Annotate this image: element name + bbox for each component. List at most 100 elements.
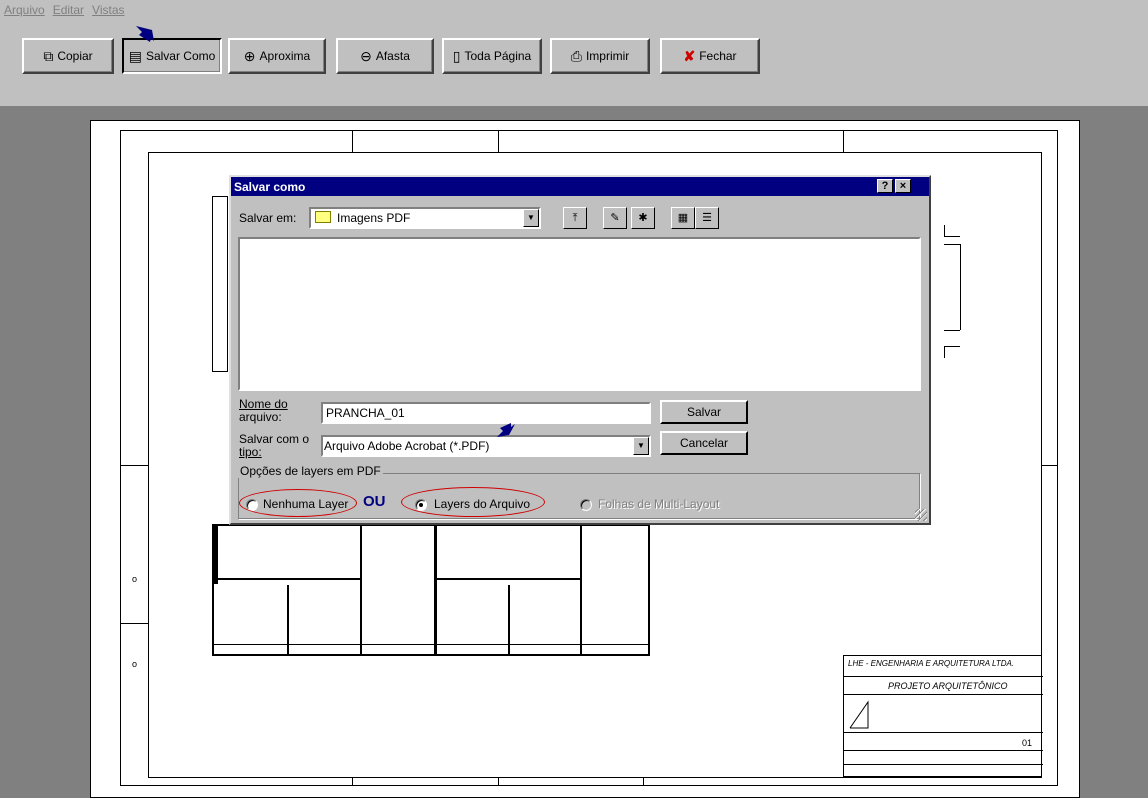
annotation-highlight xyxy=(401,487,545,517)
plan-left-wing xyxy=(212,196,228,372)
circle-marker-icon: o xyxy=(132,659,138,669)
zoom-in-icon: ⊕ xyxy=(243,48,256,64)
titleblock-divider xyxy=(844,694,1043,695)
plan-wall xyxy=(436,578,582,580)
menu-bar: Arquivo Editar Vistas xyxy=(0,0,1148,20)
save-as-label: Salvar Como xyxy=(145,49,216,63)
filename-input[interactable]: PRANCHA_01 xyxy=(321,402,651,424)
titleblock-divider xyxy=(844,764,1043,765)
drawing-mark xyxy=(960,244,961,330)
frame-tick xyxy=(120,623,148,624)
frame-tick xyxy=(843,130,844,152)
or-annotation: OU xyxy=(363,493,386,510)
save-in-value: Imagens PDF xyxy=(337,211,411,225)
close-dialog-button[interactable]: × xyxy=(895,179,911,193)
filename-label-line1: Nome do xyxy=(239,397,288,411)
new-folder-button[interactable]: ✱ xyxy=(631,207,655,229)
frame-tick xyxy=(498,778,499,786)
page-icon: ▯ xyxy=(452,48,461,64)
drawing-mark xyxy=(944,346,960,347)
resize-grip[interactable] xyxy=(915,509,927,521)
titleblock-sheet-number: 01 xyxy=(1022,738,1033,748)
copy-icon: ⧉ xyxy=(43,48,54,64)
print-label: Imprimir xyxy=(585,49,630,63)
save-in-label: Salvar em: xyxy=(239,211,297,225)
zoom-in-label: Aproxima xyxy=(259,49,311,63)
plan-wall xyxy=(212,644,650,645)
dialog-titlebar[interactable]: Salvar como xyxy=(231,177,929,196)
details-view-icon: ☰ xyxy=(702,212,712,224)
plan-wall xyxy=(212,578,362,580)
filetype-label-line2: tipo: xyxy=(239,445,262,459)
frame-tick xyxy=(352,130,353,152)
frame-tick xyxy=(1042,465,1058,466)
details-view-button[interactable]: ☰ xyxy=(695,207,719,229)
menu-editar[interactable]: Editar xyxy=(53,3,84,17)
close-x-icon: ✘ xyxy=(683,48,696,64)
drawing-mark xyxy=(944,346,945,358)
filetype-label-line1: Salvar com o xyxy=(239,432,310,446)
full-page-button[interactable]: ▯ Toda Página xyxy=(442,38,542,74)
filetype-label: Salvar com o tipo: xyxy=(239,433,309,459)
zoom-in-button[interactable]: ⊕ Aproxima xyxy=(228,38,326,74)
list-view-button[interactable]: ▦ xyxy=(671,207,695,229)
drawing-mark xyxy=(944,330,960,331)
list-view-icon: ▦ xyxy=(677,212,689,224)
zoom-out-icon: ⊖ xyxy=(360,48,372,64)
drawing-mark xyxy=(944,236,960,237)
help-button[interactable]: ? xyxy=(877,179,893,193)
title-block: LHE - ENGENHARIA E ARQUITETURA LTDA. PRO… xyxy=(843,655,1043,777)
print-button[interactable]: ⎙ Imprimir xyxy=(550,38,650,74)
plan-wall xyxy=(212,524,218,584)
up-folder-icon: ⤒ xyxy=(572,212,578,224)
filetype-value: Arquivo Adobe Acrobat (*.PDF) xyxy=(324,439,490,453)
drawing-mark xyxy=(944,244,960,245)
frame-tick xyxy=(120,465,148,466)
plan-wall xyxy=(434,524,437,655)
annotation-arrow-icon xyxy=(136,26,154,42)
cancel-button[interactable]: Cancelar xyxy=(660,431,748,455)
toolbar: ⧉ Copiar ▤ Salvar Como ⊕ Aproxima ⊖ Afas… xyxy=(0,20,1148,106)
titleblock-project: PROJETO ARQUITETÔNICO xyxy=(888,681,1008,691)
titleblock-company: LHE - ENGENHARIA E ARQUITETURA LTDA. xyxy=(848,659,1015,668)
save-as-dialog: Salvar como ? × Salvar em: Imagens PDF ▼… xyxy=(229,175,931,525)
save-button[interactable]: Salvar xyxy=(660,400,748,424)
copy-label: Copiar xyxy=(57,49,93,63)
titleblock-divider xyxy=(844,676,1043,677)
zoom-out-button[interactable]: ⊖ Afasta xyxy=(336,38,434,74)
radio-multi-layout-label: Folhas de Multi-Layout xyxy=(598,497,720,511)
up-folder-button[interactable]: ⤒ xyxy=(563,207,587,229)
close-doc-label: Fechar xyxy=(699,49,737,63)
zoom-out-label: Afasta xyxy=(375,49,410,63)
new-folder-icon: ✱ xyxy=(638,212,648,224)
titleblock-divider xyxy=(844,750,1043,751)
frame-tick xyxy=(352,778,353,786)
desktop-icon: ✎ xyxy=(610,212,620,224)
titleblock-divider xyxy=(844,732,1043,733)
chevron-down-icon[interactable]: ▼ xyxy=(633,437,649,455)
close-doc-button[interactable]: ✘ Fechar xyxy=(660,38,760,74)
circle-marker-icon: o xyxy=(132,574,138,584)
chevron-down-icon[interactable]: ▼ xyxy=(523,209,539,227)
folder-icon xyxy=(315,211,331,223)
titleblock-logo-icon xyxy=(849,700,869,729)
frame-tick xyxy=(498,130,499,152)
save-icon: ▤ xyxy=(128,48,142,64)
printer-icon: ⎙ xyxy=(570,48,582,64)
radio-multi-layout[interactable] xyxy=(580,499,592,511)
filetype-select[interactable]: Arquivo Adobe Acrobat (*.PDF) ▼ xyxy=(321,435,651,457)
copy-button[interactable]: ⧉ Copiar xyxy=(22,38,114,74)
file-list-area[interactable] xyxy=(238,237,921,391)
menu-arquivo[interactable]: Arquivo xyxy=(4,3,45,17)
full-page-label: Toda Página xyxy=(464,49,532,63)
filename-value: PRANCHA_01 xyxy=(326,406,405,420)
floor-plan xyxy=(212,524,650,656)
save-in-combo[interactable]: Imagens PDF ▼ xyxy=(309,207,541,229)
annotation-arrow-icon xyxy=(497,423,515,437)
menu-vistas[interactable]: Vistas xyxy=(92,3,124,17)
pdf-layer-options-label: Opções de layers em PDF xyxy=(238,464,383,478)
plan-wall xyxy=(360,524,362,655)
frame-tick xyxy=(643,778,644,786)
desktop-button[interactable]: ✎ xyxy=(603,207,627,229)
filename-label: Nome do arquivo: xyxy=(239,398,288,424)
